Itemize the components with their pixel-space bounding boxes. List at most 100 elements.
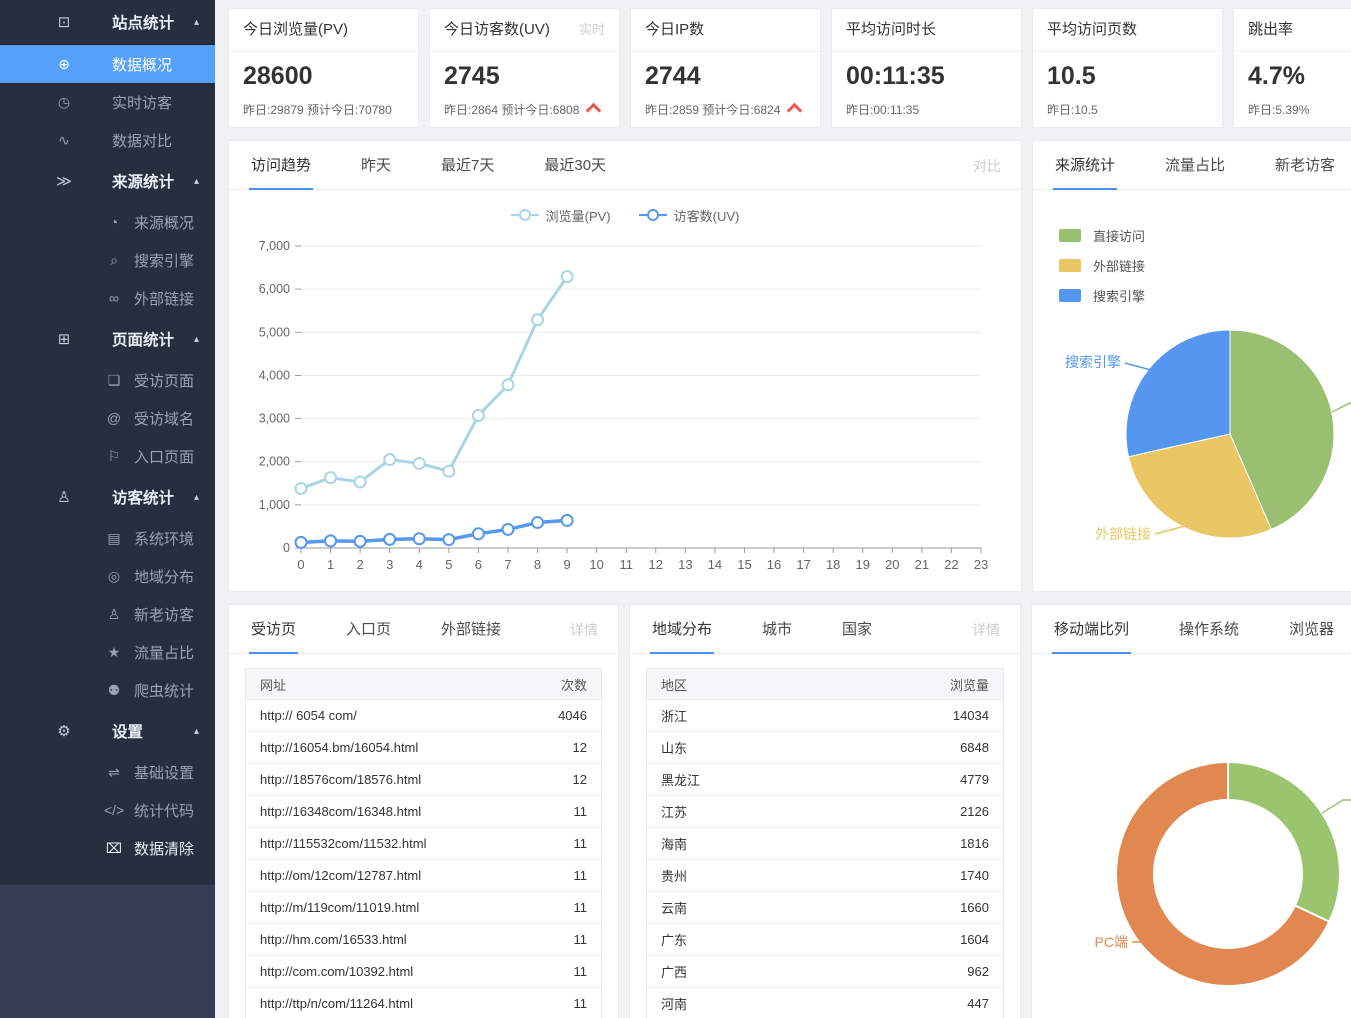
- tab-country[interactable]: 国家: [840, 618, 874, 654]
- sidebar-group-header[interactable]: ⚙设置▴: [0, 709, 215, 753]
- table-row[interactable]: http://16054.bm/16054.html12: [246, 731, 601, 763]
- stat-card-avg-pages: 平均访问页数 10.5 昨日:10.5: [1032, 8, 1223, 128]
- card-title: 今日IP数: [645, 9, 704, 51]
- table-row[interactable]: 广东1604: [647, 923, 1003, 955]
- gauge-icon: ◔: [104, 214, 124, 230]
- legend-item[interactable]: 浏览量(PV): [511, 206, 611, 225]
- table-row[interactable]: http://com.com/10392.html11: [246, 955, 601, 987]
- sidebar-item-label: 地域分布: [134, 566, 194, 587]
- sidebar-item[interactable]: ▤系统环境: [0, 519, 215, 557]
- sidebar-item[interactable]: ◔来源概况: [0, 203, 215, 241]
- svg-text:10: 10: [589, 557, 603, 572]
- page-icon: ❏: [104, 372, 124, 389]
- sidebar-item[interactable]: ⌧数据清除: [0, 829, 215, 867]
- flag-icon: ⚐: [104, 448, 124, 465]
- sidebar-item[interactable]: ♙新老访客: [0, 595, 215, 633]
- sidebar-group-label: 设置: [112, 720, 143, 742]
- svg-text:0: 0: [283, 541, 290, 555]
- tab-last-30-days[interactable]: 最近30天: [542, 154, 608, 190]
- legend-label: 搜索引擎: [1093, 286, 1145, 305]
- svg-text:17: 17: [796, 557, 810, 572]
- sidebar-group-header[interactable]: ⊡站点统计▴: [0, 0, 215, 45]
- table-row[interactable]: http://m/119com/11019.html11: [246, 891, 601, 923]
- tab-mobile-ratio[interactable]: 移动端比列: [1052, 618, 1131, 654]
- svg-text:4,000: 4,000: [259, 368, 290, 382]
- table-row[interactable]: 江苏2126: [647, 795, 1003, 827]
- table-row[interactable]: 贵州1740: [647, 859, 1003, 891]
- sidebar-item-label: 实时访客: [112, 92, 172, 113]
- sidebar-group-header[interactable]: ⊞页面统计▴: [0, 317, 215, 361]
- visited-pages-table: 网址次数http:// 6054 com/4046http://16054.bm…: [245, 668, 602, 1018]
- table-row[interactable]: 河南447: [647, 987, 1003, 1018]
- device-panel: 移动端比列 操作系统 浏览器 PC端: [1031, 604, 1351, 1018]
- sidebar-item[interactable]: ⊕数据概况: [0, 45, 215, 83]
- card-footer: 昨日:29879 预计今日:70780: [243, 101, 392, 118]
- tab-yesterday[interactable]: 昨天: [359, 154, 393, 190]
- table-row[interactable]: 山东6848: [647, 731, 1003, 763]
- sidebar-item[interactable]: ⌕搜索引擎: [0, 241, 215, 279]
- table-row[interactable]: http://ttp/n/com/11264.html11: [246, 987, 601, 1018]
- table-row[interactable]: 浙江14034: [647, 699, 1003, 731]
- card-footer: 昨日:00:11:35: [846, 101, 919, 118]
- tab-source-stats[interactable]: 来源统计: [1053, 154, 1117, 190]
- tab-visit-trend[interactable]: 访问趋势: [249, 154, 313, 190]
- compare-link[interactable]: 对比: [973, 156, 1001, 189]
- sidebar-item[interactable]: ❏受访页面: [0, 361, 215, 399]
- legend-item-external[interactable]: 外部链接: [1059, 256, 1351, 275]
- details-link[interactable]: 详情: [570, 620, 598, 653]
- sidebar-item[interactable]: @受访域名: [0, 399, 215, 437]
- trash-icon: ⌧: [104, 840, 124, 857]
- sidebar-item[interactable]: ⚉爬虫统计: [0, 671, 215, 709]
- sidebar-group-header[interactable]: ≫来源统计▴: [0, 159, 215, 203]
- legend-item[interactable]: 访客数(UV): [639, 206, 740, 225]
- tab-traffic-share[interactable]: 流量占比: [1163, 154, 1227, 190]
- card-value: 28600: [229, 52, 418, 91]
- sidebar-item[interactable]: ★流量占比: [0, 633, 215, 671]
- tab-external-links[interactable]: 外部链接: [439, 618, 503, 654]
- tab-last-7-days[interactable]: 最近7天: [439, 154, 496, 190]
- sidebar-item-label: 流量占比: [134, 642, 194, 663]
- rise-arrow-icon: [787, 103, 803, 119]
- sidebar-item[interactable]: </>统计代码: [0, 791, 215, 829]
- sidebar-item[interactable]: ∞外部链接: [0, 279, 215, 317]
- svg-text:7,000: 7,000: [259, 239, 290, 253]
- svg-text:0: 0: [297, 557, 304, 572]
- table-row[interactable]: 黑龙江4779: [647, 763, 1003, 795]
- legend-item-direct[interactable]: 直接访问: [1059, 226, 1351, 245]
- main-content: 今日浏览量(PV) 28600 昨日:29879 预计今日:70780 今日访客…: [215, 0, 1351, 1018]
- table-row[interactable]: http://115532com/11532.html11: [246, 827, 601, 859]
- sidebar-item[interactable]: ◎ 地域分布: [0, 557, 215, 595]
- tab-region[interactable]: 地域分布: [650, 618, 714, 654]
- table-row[interactable]: http://om/12com/12787.html11: [246, 859, 601, 891]
- table-row[interactable]: 云南1660: [647, 891, 1003, 923]
- svg-text:11: 11: [619, 557, 633, 572]
- table-row[interactable]: http://hm.com/16533.html11: [246, 923, 601, 955]
- tab-os[interactable]: 操作系统: [1177, 618, 1241, 654]
- card-footer: 昨日:10.5: [1047, 101, 1098, 118]
- table-row[interactable]: http://16348com/16348.html11: [246, 795, 601, 827]
- table-row[interactable]: http:// 6054 com/4046: [246, 699, 601, 731]
- region-table: 地区浏览量浙江14034山东6848黑龙江4779江苏2126海南1816贵州1…: [646, 668, 1004, 1018]
- stat-cards-row: 今日浏览量(PV) 28600 昨日:29879 预计今日:70780 今日访客…: [228, 8, 1351, 128]
- svg-text:搜索引擎: 搜索引擎: [1065, 354, 1121, 370]
- details-link[interactable]: 详情: [972, 620, 1000, 653]
- tab-visited-pages[interactable]: 受访页: [249, 618, 298, 654]
- sidebar-item[interactable]: ⇌基础设置: [0, 753, 215, 791]
- sidebar-item-label: 新老访客: [134, 604, 194, 625]
- legend-item-search[interactable]: 搜索引擎: [1059, 286, 1351, 305]
- device-tabbar: 移动端比列 操作系统 浏览器: [1032, 605, 1351, 654]
- sidebar-group-header[interactable]: ♙访客统计▴: [0, 475, 215, 519]
- trend-legend: 浏览量(PV) 访客数(UV): [229, 204, 1021, 226]
- tab-browser[interactable]: 浏览器: [1287, 618, 1336, 654]
- tab-entry-pages[interactable]: 入口页: [344, 618, 393, 654]
- table-row[interactable]: 海南1816: [647, 827, 1003, 859]
- sidebar-item[interactable]: ⚐入口页面: [0, 437, 215, 475]
- tab-city[interactable]: 城市: [760, 618, 794, 654]
- pin-icon: ◎: [104, 568, 124, 585]
- table-row[interactable]: http://18576com/18576.html12: [246, 763, 601, 795]
- tab-new-returning[interactable]: 新老访客: [1273, 154, 1337, 190]
- sidebar-item[interactable]: ∿数据对比: [0, 121, 215, 159]
- table-row[interactable]: 广西962: [647, 955, 1003, 987]
- sidebar-item[interactable]: ◷实时访客: [0, 83, 215, 121]
- sidebar-item-label: 搜索引擎: [134, 250, 194, 271]
